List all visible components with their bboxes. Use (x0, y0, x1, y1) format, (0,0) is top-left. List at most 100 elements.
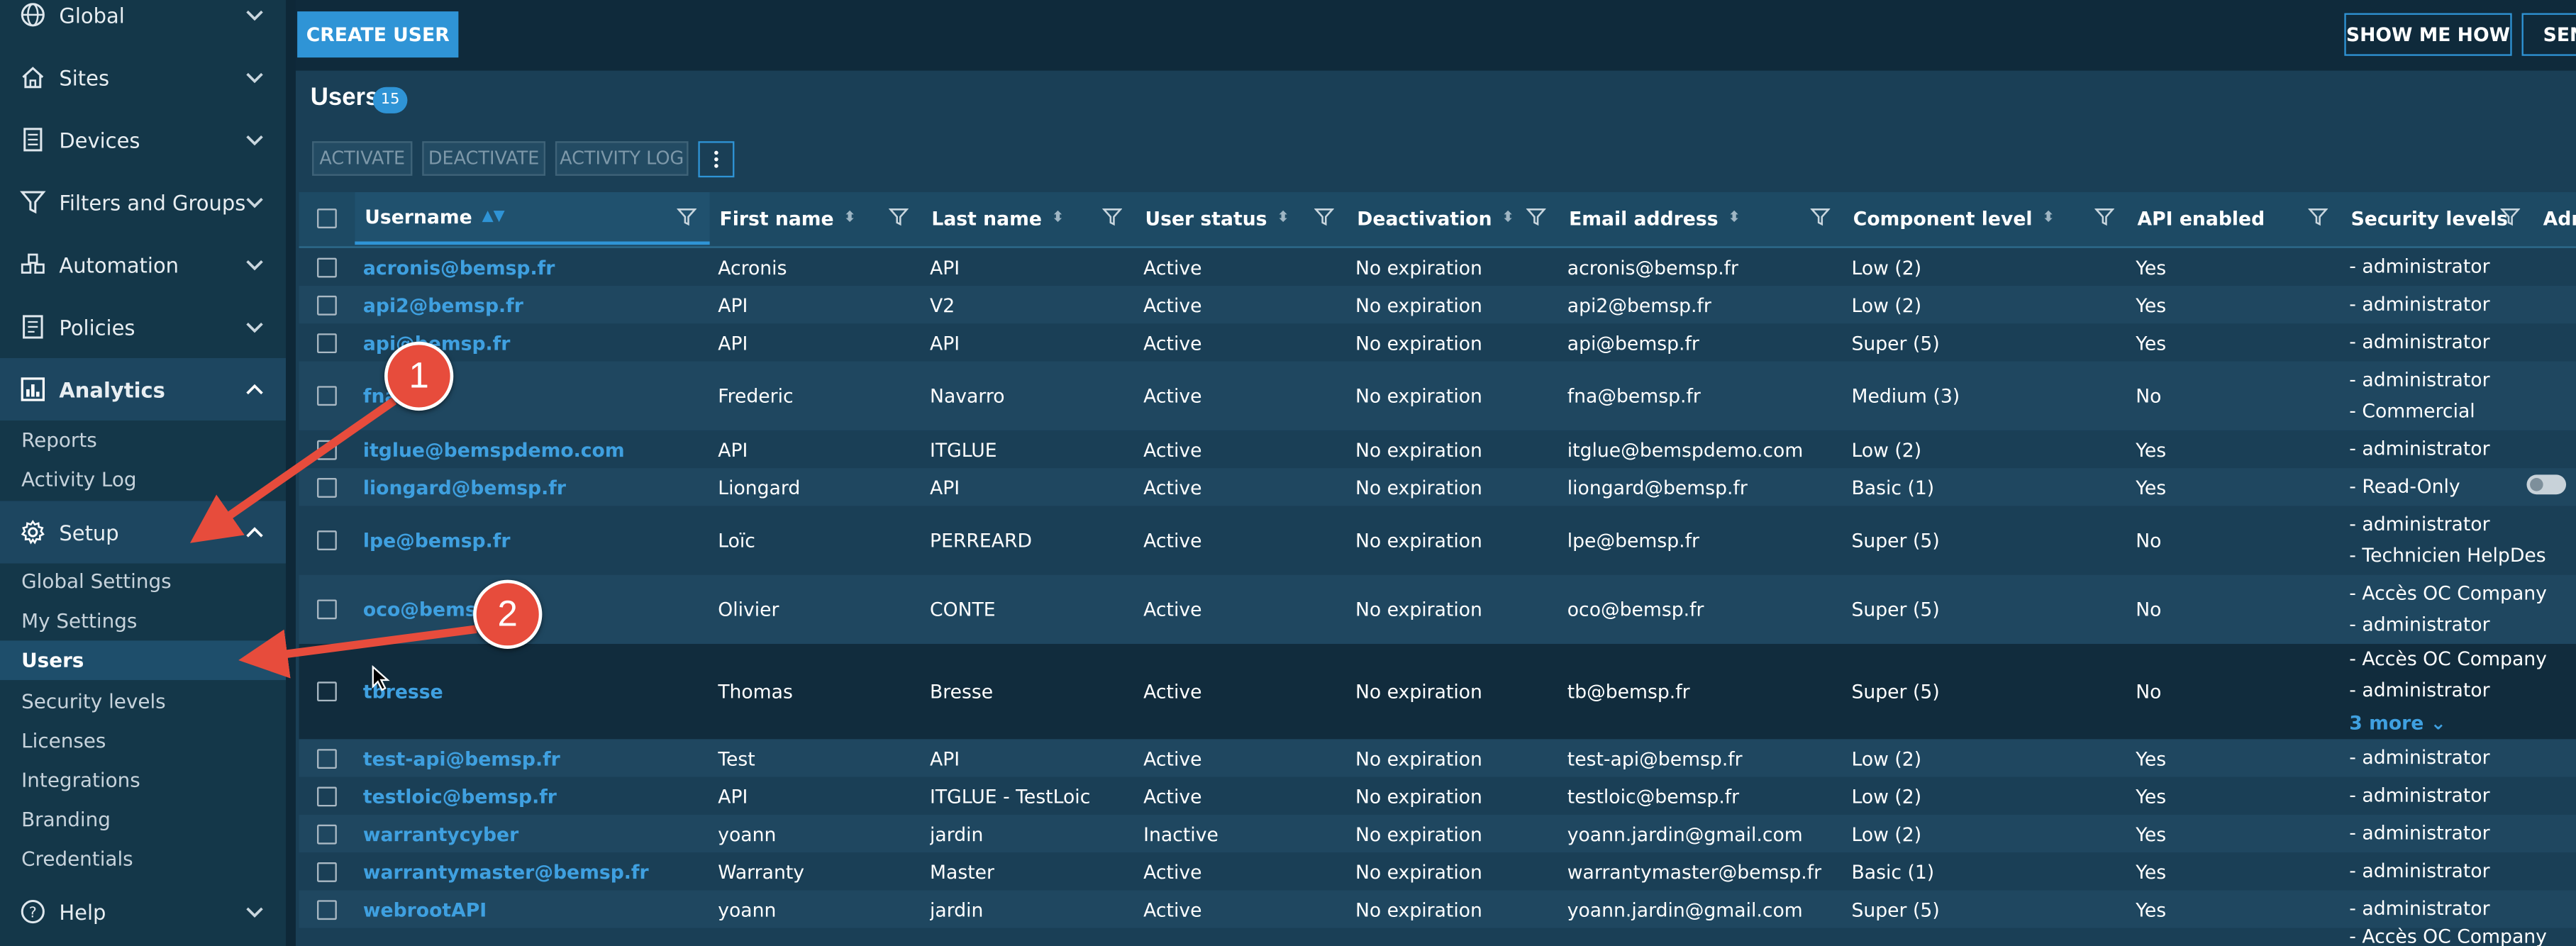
table-row[interactable]: warrantycyber yoann jardin Inactive No expir… (299, 814, 2576, 853)
username-link[interactable]: testloic@bemsp.fr (363, 784, 705, 807)
security-level-item: - Accès OC Company (2349, 647, 2547, 670)
sort-icon[interactable]: ⬍ (2042, 210, 2054, 226)
column-header-user-status[interactable]: User status ⬍ (1136, 192, 1348, 245)
sidebar-item-my-settings[interactable]: My Settings (0, 601, 286, 641)
table-row[interactable]: liongard@bemsp.fr Liongard API Active No exp… (299, 468, 2576, 506)
username-link[interactable]: itglue@bemspdemo.com (363, 438, 705, 460)
sort-icon[interactable]: ⬍ (1728, 210, 1740, 226)
sidebar-item-users[interactable]: Users (0, 640, 287, 680)
filter-icon[interactable] (2499, 207, 2521, 227)
sidebar-item-activity-log[interactable]: Activity Log (0, 460, 286, 500)
sort-icon[interactable]: ⬍ (1052, 210, 1064, 226)
row-checkbox[interactable] (317, 333, 337, 352)
table-row[interactable]: - Accès OC Company (299, 925, 2576, 946)
column-header-username[interactable]: Username ▲▼ (355, 192, 710, 245)
nav-help[interactable]: ? Help (0, 881, 286, 943)
cell-first: Acronis (718, 255, 787, 279)
row-checkbox[interactable] (317, 786, 337, 806)
filter-icon[interactable] (1526, 207, 1547, 227)
table-row[interactable]: warrantymaster@bemsp.fr Warranty Master Act… (299, 852, 2576, 891)
nav-filters-and-groups[interactable]: Filters and Groups (0, 171, 286, 233)
username-link[interactable]: warrantycyber (363, 822, 705, 845)
row-checkbox[interactable] (317, 477, 337, 497)
table-row[interactable]: acronis@bemsp.fr Acronis API Active No expir… (299, 247, 2576, 286)
row-checkbox[interactable] (317, 899, 337, 919)
row-checkbox[interactable] (317, 257, 337, 277)
nav-analytics[interactable]: Analytics (0, 357, 287, 421)
cell-deact: No expiration (1355, 384, 1482, 408)
sidebar-item-integrations[interactable]: Integrations (0, 760, 286, 800)
send-button[interactable]: SEN (2521, 13, 2576, 56)
table-row[interactable]: fna Frederic Navarro Active No expiration fna… (299, 361, 2576, 430)
filter-icon[interactable] (888, 207, 909, 227)
nav-sites[interactable]: Sites (0, 46, 286, 108)
column-header-api-enabled[interactable]: API enabled (2128, 192, 2341, 245)
table-row[interactable]: api@bemsp.fr API API Active No expiration api… (299, 323, 2576, 362)
sidebar-item-global-settings[interactable]: Global Settings (0, 562, 286, 601)
sidebar-item-branding[interactable]: Branding (0, 800, 286, 840)
show-me-how-button[interactable]: SHOW ME HOW (2344, 13, 2512, 56)
sort-icon[interactable]: ⬍ (844, 210, 856, 226)
table-row[interactable]: api2@bemsp.fr API V2 Active No expiration api… (299, 286, 2576, 324)
nav-devices[interactable]: Devices (0, 108, 286, 171)
row-checkbox[interactable] (317, 823, 337, 844)
column-header-deactivation[interactable]: Deactivation ⬍ (1347, 192, 1559, 245)
sort-icon[interactable]: ⬍ (1277, 210, 1289, 226)
column-header-first-name[interactable]: First name ⬍ (710, 192, 922, 245)
row-checkbox[interactable] (317, 681, 337, 702)
deactivate-button[interactable]: DEACTIVATE (422, 141, 546, 176)
username-link[interactable]: liongard@bemsp.fr (363, 476, 705, 499)
table-row[interactable]: test-api@bemsp.fr Test API Active No expirat… (299, 739, 2576, 777)
username-link[interactable]: warrantymaster@bemsp.fr (363, 860, 705, 883)
nav-policies[interactable]: Policies (0, 296, 286, 358)
column-header-component-level[interactable]: Component level ⬍ (1843, 192, 2128, 245)
sort-icon[interactable]: ▲▼ (482, 208, 505, 225)
table-row[interactable]: lpe@bemsp.fr Loïc PERREARD Active No expirat… (299, 506, 2576, 575)
username-link[interactable]: lpe@bemsp.fr (363, 529, 705, 552)
row-checkbox[interactable] (317, 599, 337, 620)
more-actions-button[interactable] (698, 141, 735, 178)
table-row[interactable]: testloic@bemsp.fr API ITGLUE - TestLoic Act… (299, 777, 2576, 815)
activity-log-button[interactable]: ACTIVITY LOG (555, 141, 689, 176)
sidebar-item-reports[interactable]: Reports (0, 421, 286, 460)
row-checkbox[interactable] (317, 530, 337, 550)
username-link[interactable]: tbresse (363, 680, 705, 703)
username-link[interactable]: api2@bemsp.fr (363, 293, 705, 316)
filter-icon[interactable] (1314, 207, 1335, 227)
username-link[interactable]: webrootAPI (363, 898, 705, 920)
table-row[interactable]: oco@bemsp.fr Olivier CONTE Active No expirat… (299, 574, 2576, 644)
table-row[interactable]: itglue@bemspdemo.com API ITGLUE Active No ex… (299, 430, 2576, 469)
row-checkbox[interactable] (317, 861, 337, 881)
filter-icon[interactable] (2307, 207, 2328, 227)
username-link[interactable]: acronis@bemsp.fr (363, 255, 705, 278)
column-header-last-name[interactable]: Last name ⬍ (921, 192, 1135, 245)
sidebar-item-credentials[interactable]: Credentials (0, 840, 286, 879)
table-row[interactable]: tbresse Thomas Bresse Active No expiration tb… (299, 643, 2576, 740)
filter-icon[interactable] (676, 207, 697, 227)
row-checkbox[interactable] (317, 294, 337, 315)
nav-global[interactable]: Global (0, 0, 286, 46)
nav-automation[interactable]: Automation (0, 233, 286, 296)
filter-icon[interactable] (1810, 207, 1831, 227)
column-header-security-levels[interactable]: Security levels (2341, 192, 2533, 245)
cell-first: yoann (718, 822, 777, 845)
row-checkbox[interactable] (317, 439, 337, 460)
cell-deact: No expiration (1355, 822, 1482, 845)
column-header-email-address[interactable]: Email address ⬍ (1559, 192, 1843, 245)
column-header-adm[interactable]: Adm (2533, 192, 2576, 245)
sidebar-item-security-levels[interactable]: Security levels (0, 681, 286, 721)
table-row[interactable]: webrootAPI yoann jardin Active No expiration… (299, 890, 2576, 928)
row-checkbox[interactable] (317, 748, 337, 768)
admin-toggle[interactable] (2526, 474, 2567, 495)
sidebar-item-licenses[interactable]: Licenses (0, 721, 286, 761)
create-user-button[interactable]: CREATE USER (297, 11, 459, 58)
sort-icon[interactable]: ⬍ (1501, 210, 1514, 226)
filter-icon[interactable] (1101, 207, 1123, 227)
select-all-checkbox[interactable] (317, 208, 337, 228)
filter-icon[interactable] (2094, 207, 2115, 227)
show-more-link[interactable]: 3 more ⌄ (2349, 711, 2446, 733)
username-link[interactable]: test-api@bemsp.fr (363, 747, 705, 769)
nav-setup[interactable]: Setup (0, 501, 287, 564)
activate-button[interactable]: ACTIVATE (312, 141, 413, 176)
row-checkbox[interactable] (317, 386, 337, 406)
